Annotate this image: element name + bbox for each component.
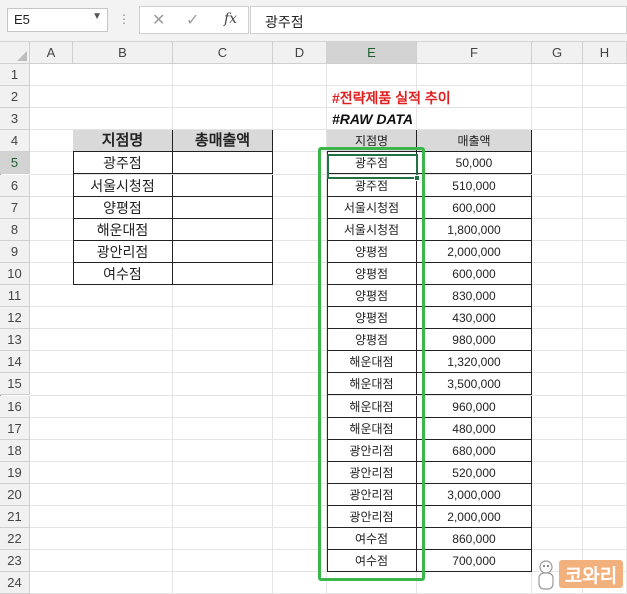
row-header-23[interactable]: 23 — [0, 550, 30, 573]
row-header-4[interactable]: 4 — [0, 130, 30, 153]
column-header-g[interactable]: G — [532, 42, 583, 64]
character-icon — [538, 560, 554, 590]
cancel-icon[interactable]: ✕ — [152, 10, 165, 30]
row-header-18[interactable]: 18 — [0, 439, 30, 462]
summary-total-cell[interactable] — [173, 262, 273, 285]
row-gridline — [30, 107, 627, 109]
name-box-value: E5 — [14, 12, 30, 27]
formula-input[interactable]: 광주점 — [250, 6, 627, 34]
enter-icon[interactable]: ✓ — [186, 10, 199, 30]
column-header-c[interactable]: C — [173, 42, 273, 64]
row-header-19[interactable]: 19 — [0, 461, 30, 484]
column-header-b[interactable]: B — [73, 42, 173, 64]
summary-total-cell[interactable] — [173, 196, 273, 219]
summary-branch-cell[interactable]: 광안리점 — [73, 240, 173, 263]
row-header-9[interactable]: 9 — [0, 240, 30, 263]
summary-total-cell[interactable] — [173, 174, 273, 197]
raw-data-label: #RAW DATA — [332, 111, 414, 127]
row-header-17[interactable]: 17 — [0, 417, 30, 440]
column-header-f[interactable]: F — [417, 42, 532, 64]
raw-sales-cell[interactable]: 600,000 — [417, 196, 532, 219]
summary-header[interactable]: 총매출액 — [173, 130, 273, 153]
raw-sales-cell[interactable]: 430,000 — [417, 307, 532, 330]
row-header-21[interactable]: 21 — [0, 506, 30, 529]
row-header-15[interactable]: 15 — [0, 373, 30, 396]
row-gridline — [30, 85, 627, 87]
raw-sales-cell[interactable]: 830,000 — [417, 285, 532, 308]
row-header-20[interactable]: 20 — [0, 483, 30, 506]
formula-buttons: ✕ ✓ fx — [139, 6, 249, 34]
raw-sales-cell[interactable]: 700,000 — [417, 550, 532, 573]
more-options-icon: ⋮ — [118, 12, 131, 26]
raw-sales-cell[interactable]: 960,000 — [417, 395, 532, 418]
row-header-24[interactable]: 24 — [0, 572, 30, 594]
row-header-10[interactable]: 10 — [0, 262, 30, 285]
highlight-box — [318, 147, 425, 581]
row-header-3[interactable]: 3 — [0, 108, 30, 131]
summary-total-cell[interactable] — [173, 240, 273, 263]
logo-badge: 코와리 — [559, 560, 623, 588]
row-header-14[interactable]: 14 — [0, 351, 30, 374]
column-header-e[interactable]: E — [327, 42, 417, 64]
summary-header[interactable]: 지점명 — [73, 130, 173, 153]
raw-header[interactable]: 매출액 — [417, 130, 532, 153]
raw-sales-cell[interactable]: 510,000 — [417, 174, 532, 197]
raw-sales-cell[interactable]: 680,000 — [417, 439, 532, 462]
row-header-11[interactable]: 11 — [0, 285, 30, 308]
active-cell-cursor — [327, 154, 420, 181]
row-header-6[interactable]: 6 — [0, 174, 30, 197]
raw-sales-cell[interactable]: 50,000 — [417, 152, 532, 175]
raw-sales-cell[interactable]: 2,000,000 — [417, 506, 532, 529]
raw-sales-cell[interactable]: 3,000,000 — [417, 483, 532, 506]
summary-total-cell[interactable] — [173, 152, 273, 175]
row-header-2[interactable]: 2 — [0, 86, 30, 109]
watermark-logo: 코와리 — [527, 556, 625, 594]
select-all-corner[interactable] — [0, 42, 30, 64]
raw-sales-cell[interactable]: 3,500,000 — [417, 373, 532, 396]
column-header-a[interactable]: A — [30, 42, 73, 64]
row-header-13[interactable]: 13 — [0, 329, 30, 352]
raw-sales-cell[interactable]: 860,000 — [417, 528, 532, 551]
sheet-title: #전략제품 실적 추이 — [332, 90, 451, 106]
insert-function-icon[interactable]: fx — [224, 11, 237, 27]
row-header-22[interactable]: 22 — [0, 528, 30, 551]
row-header-16[interactable]: 16 — [0, 395, 30, 418]
summary-branch-cell[interactable]: 해운대점 — [73, 218, 173, 241]
row-header-1[interactable]: 1 — [0, 64, 30, 87]
raw-sales-cell[interactable]: 480,000 — [417, 417, 532, 440]
summary-total-cell[interactable] — [173, 218, 273, 241]
summary-branch-cell[interactable]: 양평점 — [73, 196, 173, 219]
raw-sales-cell[interactable]: 520,000 — [417, 461, 532, 484]
raw-sales-cell[interactable]: 1,320,000 — [417, 351, 532, 374]
column-header-d[interactable]: D — [273, 42, 327, 64]
summary-branch-cell[interactable]: 여수점 — [73, 262, 173, 285]
column-header-h[interactable]: H — [583, 42, 627, 64]
raw-sales-cell[interactable]: 1,800,000 — [417, 218, 532, 241]
raw-sales-cell[interactable]: 600,000 — [417, 262, 532, 285]
row-header-7[interactable]: 7 — [0, 196, 30, 219]
row-header-8[interactable]: 8 — [0, 218, 30, 241]
row-header-12[interactable]: 12 — [0, 307, 30, 330]
watermark-text: 코와리 — [564, 566, 618, 587]
raw-sales-cell[interactable]: 980,000 — [417, 329, 532, 352]
chevron-down-icon[interactable]: ▼ — [92, 11, 102, 22]
row-header-5[interactable]: 5 — [0, 152, 30, 175]
summary-branch-cell[interactable]: 서울시청점 — [73, 174, 173, 197]
select-all-triangle — [17, 51, 27, 61]
formula-bar: E5 ▼ ⋮ ✕ ✓ fx 광주점 — [0, 0, 627, 42]
raw-sales-cell[interactable]: 2,000,000 — [417, 240, 532, 263]
fill-handle[interactable] — [414, 175, 420, 181]
summary-branch-cell[interactable]: 광주점 — [73, 152, 173, 175]
name-box[interactable]: E5 ▼ — [7, 8, 108, 32]
